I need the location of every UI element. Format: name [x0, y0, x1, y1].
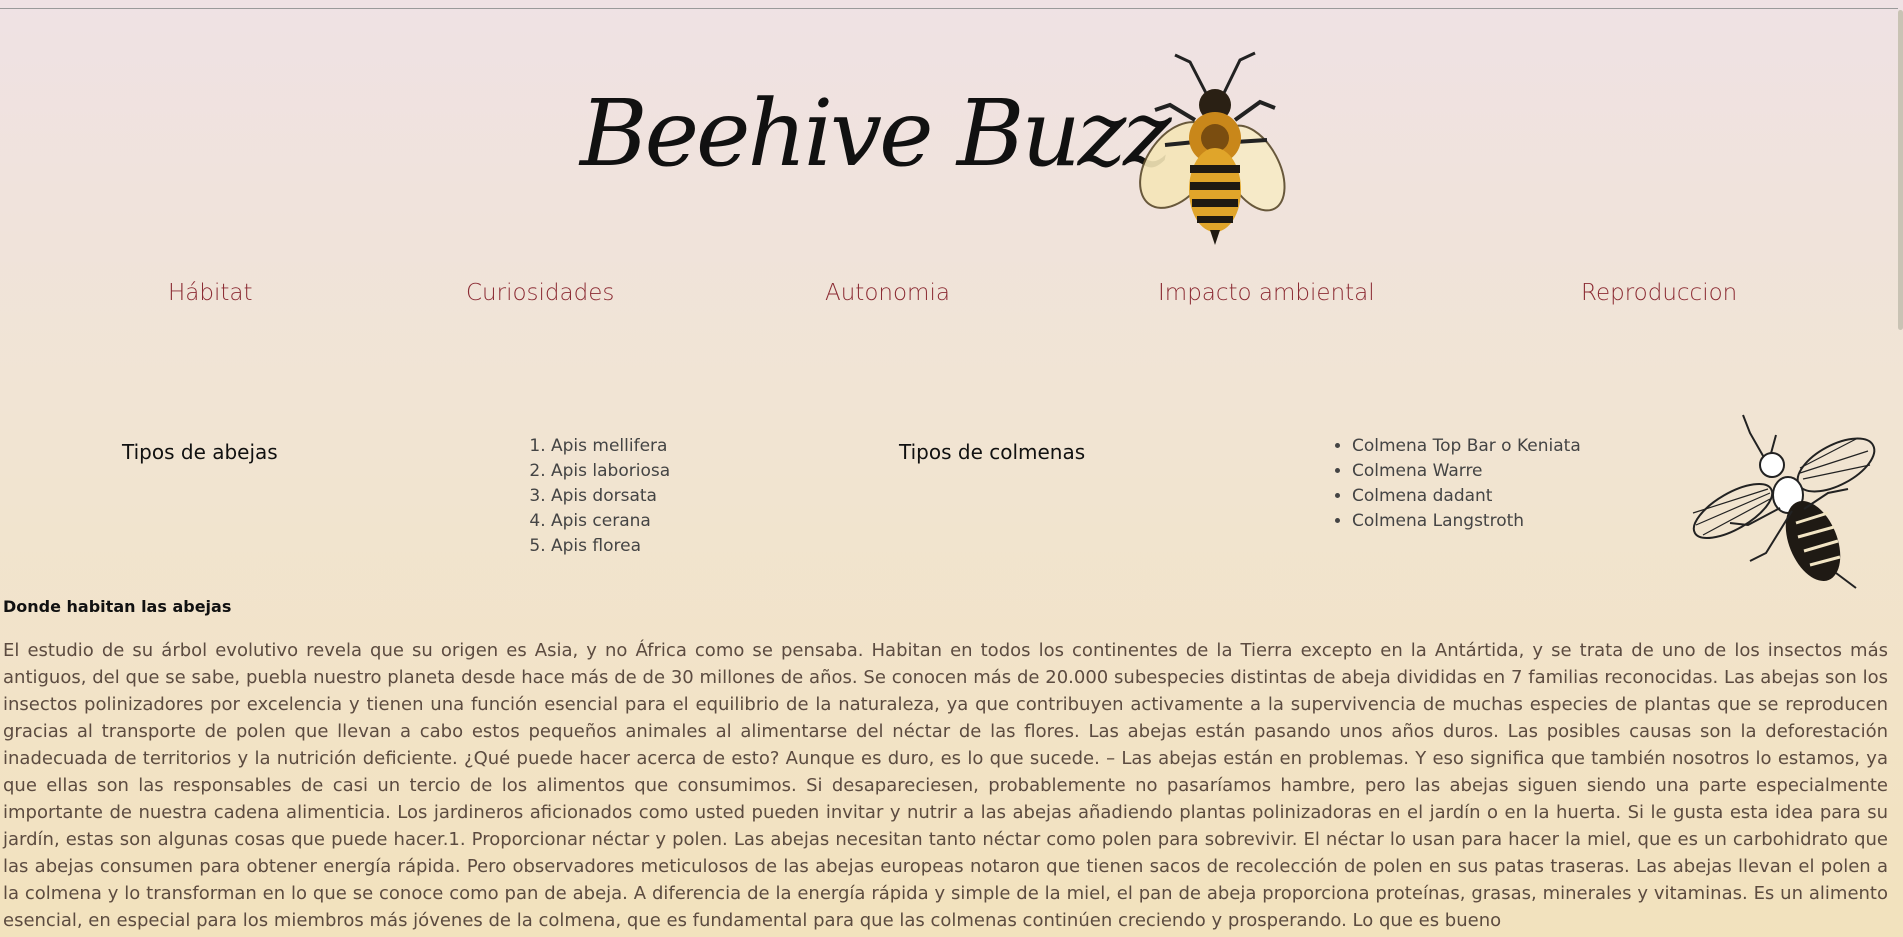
list-item: Apis florea: [551, 534, 670, 559]
top-divider: [0, 8, 1898, 9]
list-item: Colmena Top Bar o Keniata: [1352, 434, 1581, 459]
main-nav: Hábitat Curiosidades Autonomia Impacto a…: [0, 280, 1903, 312]
bees-section-title: Tipos de abejas: [122, 440, 278, 464]
nav-item-impacto-ambiental[interactable]: Impacto ambiental: [1158, 280, 1375, 306]
article-heading: Donde habitan las abejas: [3, 597, 232, 616]
list-item: Colmena Warre: [1352, 459, 1581, 484]
bee-outline-icon: [1692, 414, 1876, 589]
hives-section-title: Tipos de colmenas: [899, 440, 1086, 464]
nav-item-curiosidades[interactable]: Curiosidades: [466, 280, 614, 306]
bees-list: Apis mellifera Apis laboriosa Apis dorsa…: [523, 434, 670, 559]
page-scrollbar[interactable]: [1898, 10, 1903, 330]
site-logo[interactable]: Beehive Buzz: [570, 50, 1300, 250]
nav-item-habitat[interactable]: Hábitat: [168, 280, 253, 306]
article-body: El estudio de su árbol evolutivo revela …: [3, 640, 1888, 931]
list-item: Apis laboriosa: [551, 459, 670, 484]
hives-list: Colmena Top Bar o Keniata Colmena Warre …: [1324, 434, 1581, 534]
list-item: Colmena dadant: [1352, 484, 1581, 509]
nav-item-reproduccion[interactable]: Reproduccion: [1581, 280, 1737, 306]
nav-item-autonomia[interactable]: Autonomia: [825, 280, 950, 306]
list-item: Apis cerana: [551, 509, 670, 534]
site-title: Beehive Buzz: [580, 80, 1172, 187]
bee-icon: [1139, 51, 1286, 245]
list-item: Colmena Langstroth: [1352, 509, 1581, 534]
list-item: Apis dorsata: [551, 484, 670, 509]
list-item: Apis mellifera: [551, 434, 670, 459]
